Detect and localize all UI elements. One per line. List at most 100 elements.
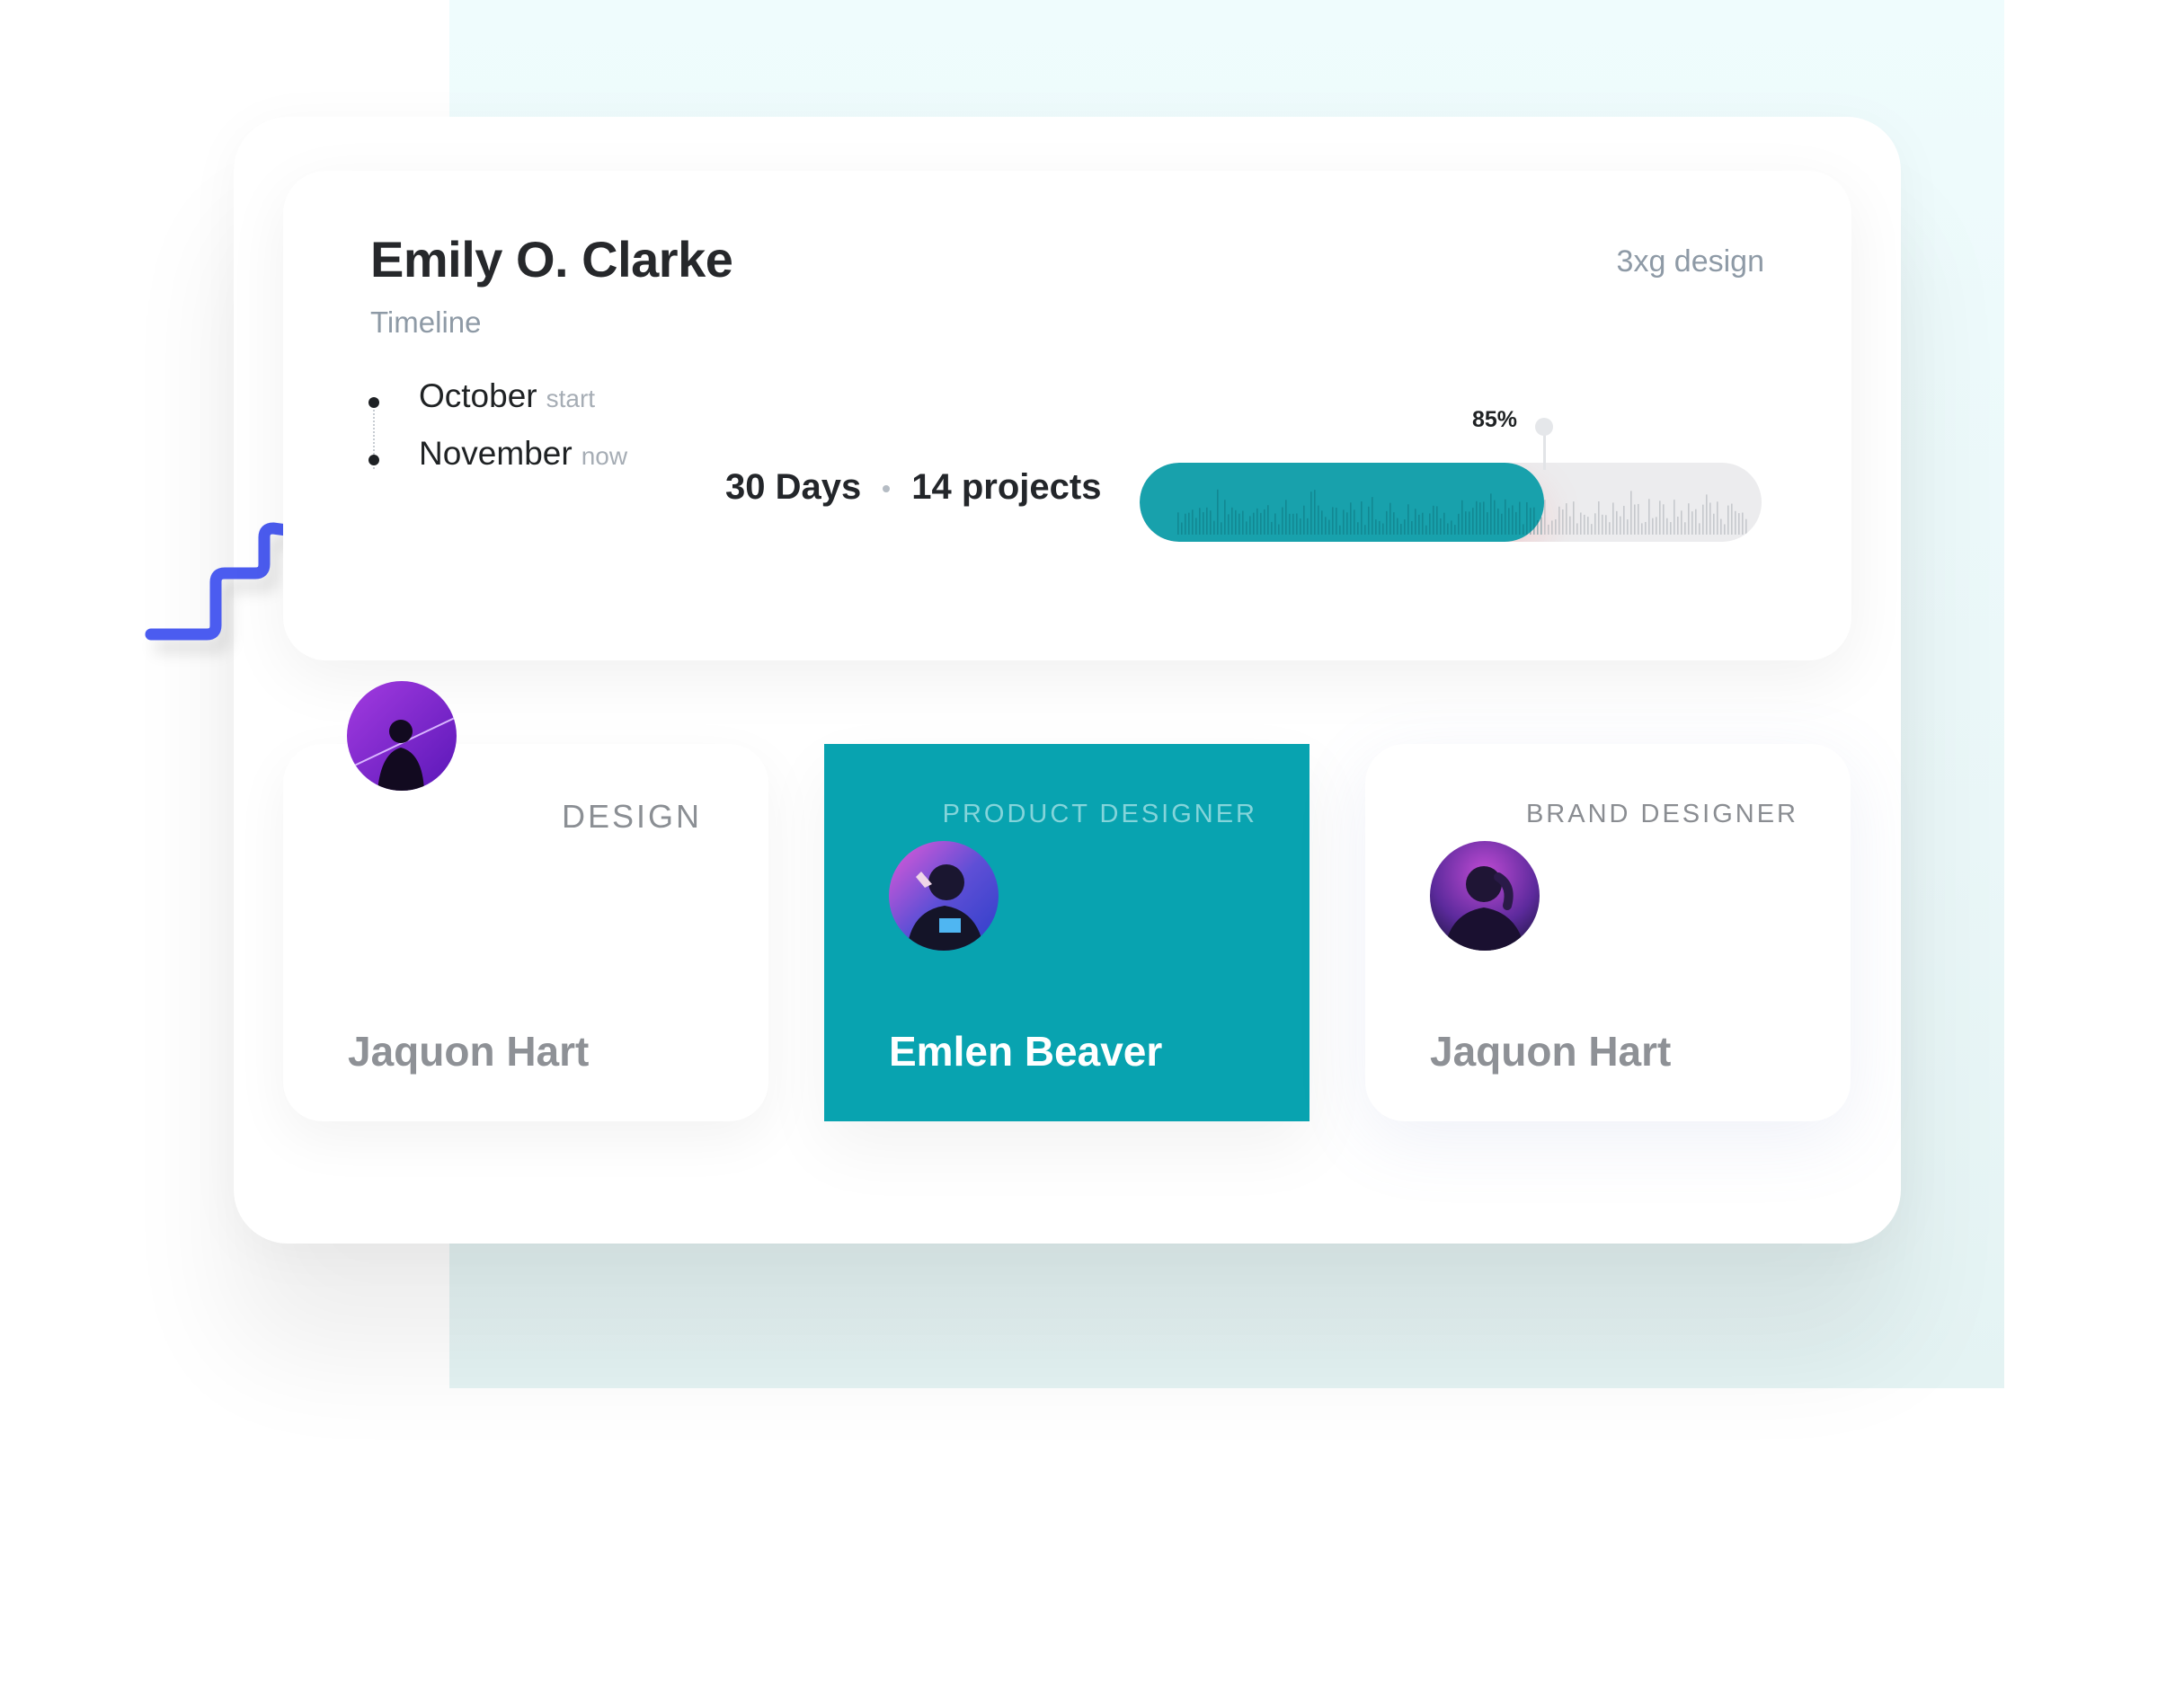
person-role: DESIGN (561, 798, 702, 835)
waveform-bar (1497, 508, 1499, 535)
waveform-bar (1573, 501, 1575, 535)
waveform-bar (1724, 524, 1726, 535)
waveform-bar (1537, 519, 1539, 535)
waveform-bar (1702, 504, 1704, 535)
waveform-bar (1336, 507, 1337, 535)
waveform-bar (1526, 501, 1528, 535)
waveform-bar (1203, 512, 1204, 535)
person-card[interactable]: DESIGN Jaquon Hart (283, 744, 768, 1121)
waveform-bar (1375, 519, 1377, 535)
waveform-bar (1267, 505, 1269, 535)
waveform-bar (1188, 512, 1190, 535)
waveform-bar (1487, 512, 1488, 535)
waveform-bar (1634, 504, 1636, 535)
waveform-bar (1264, 509, 1265, 535)
waveform-bar (1185, 513, 1186, 535)
waveform-bar (1429, 513, 1431, 535)
person-role: PRODUCT DESIGNER (942, 800, 1257, 828)
waveform-bar (1292, 513, 1294, 535)
timeline-card: Emily O. Clarke Timeline 3xg design Octo… (283, 171, 1851, 660)
progress-bar[interactable]: 85% (1140, 407, 1762, 542)
waveform-bar (1192, 509, 1194, 535)
waveform-bar (1411, 521, 1413, 535)
waveform-bar (1415, 509, 1416, 535)
waveform-bar (1580, 512, 1582, 535)
timeline-month: November (419, 435, 573, 472)
waveform-bar (1447, 523, 1449, 535)
progress-knob[interactable] (1535, 418, 1553, 436)
waveform-bar (1350, 502, 1352, 535)
waveform-bar (1224, 500, 1226, 535)
waveform-bar (1602, 514, 1603, 535)
waveform-bar (1735, 510, 1736, 535)
waveform-bar (1343, 509, 1345, 535)
waveform-bar (1404, 519, 1406, 535)
waveform-bar (1199, 508, 1201, 535)
waveform-bar (1605, 515, 1607, 535)
waveform-bar (1551, 520, 1553, 535)
waveform-bar (1483, 501, 1485, 535)
waveform-bar (1709, 502, 1711, 535)
waveform-bar (1436, 506, 1438, 535)
separator-dot-icon (883, 485, 891, 493)
waveform-bar (1433, 505, 1434, 535)
waveform-bar (1389, 502, 1391, 535)
waveform-bar (1221, 522, 1222, 535)
waveform-bar (1706, 494, 1708, 535)
waveform-bar (1663, 504, 1665, 535)
waveform-bar (1465, 511, 1467, 535)
waveform-bar (1397, 518, 1398, 535)
days-count: 30 Days (725, 467, 862, 507)
waveform-bar (1479, 502, 1481, 535)
waveform-bar (1418, 514, 1420, 535)
waveform-bar (1354, 509, 1355, 535)
waveform-bar (1670, 522, 1672, 535)
waveform-bar (1627, 519, 1629, 535)
waveform-bar (1616, 510, 1618, 535)
waveform-bar (1576, 523, 1578, 535)
waveform-bar (1372, 497, 1373, 535)
person-role: BRAND DESIGNER (1525, 800, 1798, 828)
waveform-bar (1684, 522, 1686, 535)
waveform-bar (1731, 503, 1733, 535)
waveform-bar (1544, 500, 1546, 535)
avatar (889, 841, 999, 951)
waveform-bar (1238, 513, 1240, 535)
waveform-bar (1274, 513, 1276, 535)
avatar (347, 681, 457, 791)
person-name: Emlen Beaver (889, 1028, 1163, 1075)
waveform-bar (1681, 510, 1682, 535)
waveform-bar (1512, 505, 1514, 535)
waveform-bar (1346, 512, 1348, 535)
waveform-bar (1645, 521, 1647, 535)
waveform-bar (1742, 512, 1744, 535)
waveform-bar (1253, 512, 1255, 535)
waveform-bar (1332, 507, 1334, 535)
waveform-bar (1296, 513, 1298, 535)
waveform-bar (1612, 502, 1614, 535)
waveform-bar (1210, 510, 1212, 535)
waveform-bar (1451, 520, 1452, 535)
waveform-bar (1228, 514, 1230, 535)
waveform-bar (1458, 513, 1460, 535)
person-card[interactable]: BRAND DESIGNER Jaquon Hart (1365, 744, 1851, 1121)
waveform-bar (1630, 491, 1632, 535)
waveform-bar (1357, 522, 1359, 535)
waveform-bar (1490, 493, 1492, 535)
timeline-month: October (419, 377, 537, 414)
waveform-bar (1540, 517, 1542, 535)
waveform-bar (1235, 509, 1237, 535)
waveform-bar (1720, 518, 1722, 535)
waveform-bar (1325, 517, 1327, 535)
person-name: Jaquon Hart (348, 1028, 590, 1075)
waveform-bar (1393, 512, 1395, 535)
waveform-bar (1303, 505, 1305, 535)
waveform-bar (1339, 525, 1341, 535)
waveform-bar (1321, 510, 1323, 535)
waveform-bar (1598, 500, 1600, 535)
waveform-bar (1530, 508, 1531, 535)
person-card-selected[interactable]: PRODUCT DESIGNER Emlen Beaver (824, 744, 1310, 1121)
waveform-bar (1656, 517, 1657, 535)
waveform-bar (1674, 500, 1675, 535)
waveform-bar (1454, 525, 1456, 535)
